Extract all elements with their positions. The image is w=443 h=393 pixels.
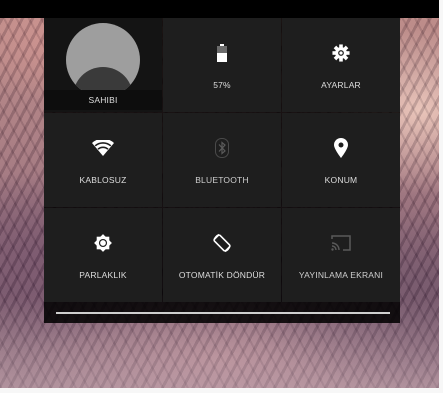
battery-tile[interactable]: 57% <box>163 18 281 112</box>
cast-label: YAYINLAMA EKRANI <box>298 270 384 280</box>
cast-tile[interactable]: YAYINLAMA EKRANI <box>282 208 400 302</box>
rotate-icon <box>211 232 233 254</box>
brightness-tile[interactable]: PARLAKLIK <box>44 208 162 302</box>
location-pin-icon <box>334 137 348 159</box>
wifi-tile[interactable]: KABLOSUZ <box>44 113 162 207</box>
quick-settings-grid: SAHIBI 57% AYARLAR KABLOSUZ BLUETOOTH KO… <box>44 18 400 306</box>
quick-settings-panel: SAHIBI 57% AYARLAR KABLOSUZ BLUETOOTH KO… <box>44 18 400 323</box>
battery-icon <box>217 42 227 64</box>
gear-icon <box>332 42 350 64</box>
brightness-slider[interactable] <box>56 312 390 314</box>
status-bar <box>0 0 439 18</box>
wifi-label: KABLOSUZ <box>79 175 127 185</box>
autorotate-label: OTOMATİK DÖNDÜR <box>178 270 266 280</box>
owner-label: SAHIBI <box>44 90 162 110</box>
battery-label: 57% <box>213 80 231 90</box>
bluetooth-label: BLUETOOTH <box>195 175 249 185</box>
owner-tile[interactable]: SAHIBI <box>44 18 162 112</box>
brightness-icon <box>94 232 112 254</box>
autorotate-tile[interactable]: OTOMATİK DÖNDÜR <box>163 208 281 302</box>
location-label: KONUM <box>324 175 358 185</box>
bluetooth-tile[interactable]: BLUETOOTH <box>163 113 281 207</box>
location-tile[interactable]: KONUM <box>282 113 400 207</box>
cast-icon <box>331 232 351 254</box>
wifi-icon <box>92 137 114 159</box>
settings-label: AYARLAR <box>321 80 361 90</box>
brightness-slider-fill <box>56 312 390 314</box>
brightness-label: PARLAKLIK <box>79 270 127 280</box>
settings-tile[interactable]: AYARLAR <box>282 18 400 112</box>
avatar <box>66 23 140 97</box>
bluetooth-icon <box>215 137 229 159</box>
